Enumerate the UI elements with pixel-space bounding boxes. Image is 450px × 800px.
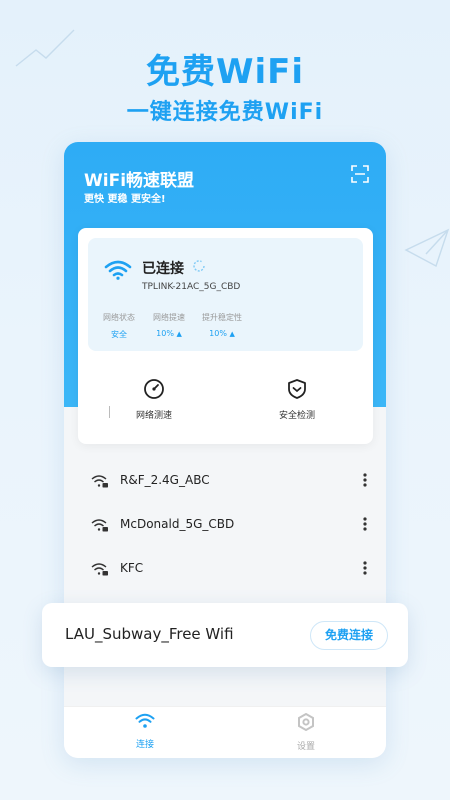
featured-wifi-name: LAU_Subway_Free Wifi bbox=[65, 625, 234, 643]
wifi-icon bbox=[135, 713, 155, 728]
app-slogan: 更快 更稳 更安全! bbox=[84, 194, 166, 205]
stat-value-text: 10% bbox=[156, 329, 174, 338]
stat-stability: 提升稳定性 10% ▲ bbox=[194, 312, 250, 338]
wifi-name: R&F_2.4G_ABC bbox=[120, 473, 210, 487]
stat-label: 提升稳定性 bbox=[202, 313, 242, 322]
featured-wifi-card[interactable]: LAU_Subway_Free Wifi 免费连接 bbox=[42, 603, 408, 667]
promo-subtitle: 一键连接免费WiFi bbox=[126, 100, 324, 125]
stat-label: 网络提速 bbox=[153, 313, 185, 322]
tool-speed-test[interactable]: 网络测速 bbox=[114, 378, 194, 421]
app-title: WiFi畅速联盟 bbox=[84, 171, 195, 191]
tool-security-check[interactable]: 安全检测 bbox=[257, 378, 337, 421]
locked-wifi-icon bbox=[91, 475, 108, 488]
speedometer-icon bbox=[144, 379, 164, 399]
connection-card: 已连接 TPLINK-21AC_5G_CBD 网络状态 安全 网络提速 10% … bbox=[78, 228, 373, 444]
gear-icon bbox=[298, 712, 314, 732]
wifi-name: KFC bbox=[120, 561, 144, 575]
wifi-list: R&F_2.4G_ABC McDonald_5G_CBD KFC bbox=[64, 460, 386, 592]
refresh-icon[interactable] bbox=[192, 259, 206, 273]
stat-label: 网络状态 bbox=[103, 313, 135, 322]
stat-value: 10% ▲ bbox=[144, 329, 194, 338]
free-connect-button[interactable]: 免费连接 bbox=[310, 621, 388, 650]
tab-label: 设置 bbox=[296, 742, 315, 752]
wifi-name: McDonald_5G_CBD bbox=[120, 517, 235, 531]
connected-ssid: TPLINK-21AC_5G_CBD bbox=[142, 282, 241, 292]
paper-plane-icon bbox=[404, 228, 450, 268]
promo-title: 免费WiFi bbox=[145, 52, 305, 92]
connection-status-box: 已连接 TPLINK-21AC_5G_CBD 网络状态 安全 网络提速 10% … bbox=[88, 238, 363, 351]
more-vertical-icon[interactable] bbox=[362, 472, 368, 488]
tool-label: 安全检测 bbox=[278, 411, 315, 421]
list-item[interactable]: R&F_2.4G_ABC bbox=[64, 460, 386, 504]
stat-value: 10% ▲ bbox=[194, 329, 250, 338]
tab-connect[interactable]: 连接 bbox=[115, 713, 175, 750]
up-arrow-icon: ▲ bbox=[229, 330, 235, 338]
connection-status: 已连接 bbox=[142, 261, 184, 277]
scan-icon[interactable] bbox=[350, 164, 370, 184]
locked-wifi-icon bbox=[91, 519, 108, 532]
tab-settings[interactable]: 设置 bbox=[276, 712, 336, 752]
locked-wifi-icon bbox=[91, 563, 108, 576]
stat-value-text: 10% bbox=[209, 329, 227, 338]
stat-speed-boost: 网络提速 10% ▲ bbox=[144, 312, 194, 338]
wifi-icon bbox=[104, 260, 132, 280]
tab-label: 连接 bbox=[135, 740, 154, 750]
more-vertical-icon[interactable] bbox=[362, 560, 368, 576]
list-item[interactable]: KFC bbox=[64, 548, 386, 592]
tool-label: 网络测速 bbox=[135, 411, 172, 421]
up-arrow-icon: ▲ bbox=[176, 330, 182, 338]
stat-value: 安全 bbox=[111, 330, 127, 339]
divider bbox=[109, 406, 110, 418]
stat-network-status: 网络状态 安全 bbox=[94, 312, 144, 340]
more-vertical-icon[interactable] bbox=[362, 516, 368, 532]
tab-bar: 连接 设置 bbox=[64, 706, 386, 758]
shield-icon bbox=[288, 379, 306, 399]
list-item[interactable]: McDonald_5G_CBD bbox=[64, 504, 386, 548]
